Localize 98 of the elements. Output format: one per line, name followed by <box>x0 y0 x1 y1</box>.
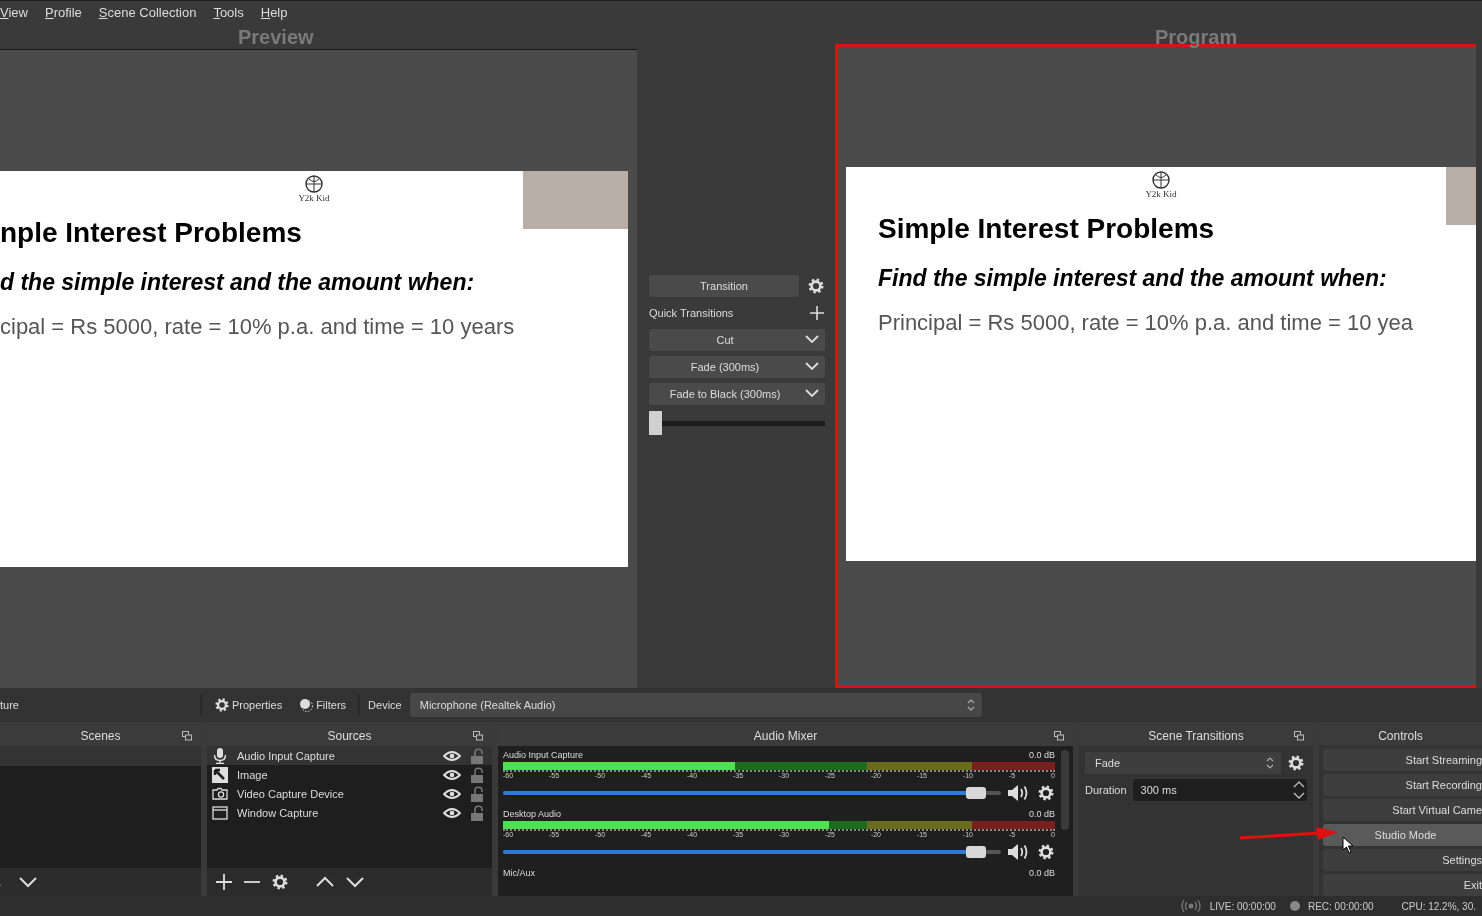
eye-icon[interactable] <box>443 787 461 800</box>
chevron-down-icon <box>805 335 819 345</box>
float-icon[interactable] <box>473 731 483 742</box>
broadcast-icon <box>1179 899 1202 913</box>
slider-handle[interactable] <box>966 787 987 800</box>
camera-icon <box>212 785 228 802</box>
window-icon <box>212 804 228 821</box>
slide-text: Principal = Rs 5000, rate = 10% p.a. and time = 10 yea <box>877 309 1415 336</box>
channel-name: Mic/Aux <box>503 868 535 881</box>
menu-item[interactable]: Help <box>260 5 288 21</box>
device-dropdown[interactable]: Microphone (Realtek Audio) <box>409 693 982 718</box>
float-icon[interactable] <box>182 731 192 742</box>
channel-volume-reading: 0.0 dB <box>1028 809 1055 822</box>
image-icon <box>212 766 228 783</box>
menu-item[interactable]: View <box>0 5 28 21</box>
dock-header: Scenes <box>0 726 201 747</box>
duration-label: Duration <box>1085 784 1127 797</box>
source-name: ture <box>0 699 20 712</box>
slide-title: Simple Interest Problems <box>877 212 1216 245</box>
photo-placeholder <box>1446 166 1476 225</box>
channel-name: Desktop Audio <box>503 809 562 822</box>
source-name: Window Capture <box>237 806 320 819</box>
channel-volume-reading: 0.0 dB <box>1028 868 1055 881</box>
slider-handle[interactable] <box>966 846 987 859</box>
eye-icon[interactable] <box>443 749 461 762</box>
filters-button[interactable]: Filters <box>294 697 351 714</box>
settings-icon[interactable] <box>271 873 289 892</box>
lock-icon[interactable] <box>470 766 484 783</box>
record-timer: REC: 00:00:00 <box>1307 900 1374 912</box>
cursor-icon <box>1342 836 1354 854</box>
record-dot-icon <box>1289 901 1300 911</box>
scrollbar[interactable] <box>1061 750 1069 831</box>
menu-item[interactable]: Scene Collection <box>98 5 197 21</box>
chevron-down-icon[interactable] <box>345 875 365 890</box>
slide-title: nple Interest Problems <box>0 216 303 249</box>
control-button[interactable]: Settings <box>1323 849 1482 872</box>
menu-item[interactable]: Tools <box>213 5 244 21</box>
eye-icon[interactable] <box>443 806 461 819</box>
quick-transitions-label: Quick Transitions <box>649 306 734 319</box>
source-item[interactable]: Audio Input Capture <box>207 746 492 766</box>
source-name: Video Capture Device <box>237 787 345 800</box>
spinner-arrows-icon <box>1293 780 1305 801</box>
cpu-usage: CPU: 12.2%, 30. <box>1401 900 1476 912</box>
add-icon[interactable] <box>809 304 825 321</box>
dock-header: Controls <box>1319 726 1482 746</box>
logo-icon <box>1152 170 1170 189</box>
control-button[interactable]: Start Recording <box>1323 774 1482 797</box>
settings-icon <box>214 697 230 714</box>
transition-dropdown[interactable]: Fade <box>1085 752 1281 775</box>
channel-name: Audio Input Capture <box>503 750 584 763</box>
quick-transition-dropdown[interactable]: Fade (300ms) <box>649 355 825 378</box>
program-label: Program <box>1155 25 1238 49</box>
live-timer: LIVE: 00:00:00 <box>1209 900 1276 912</box>
logo-text: Y2k Kid <box>1145 188 1177 199</box>
settings-icon[interactable] <box>1287 754 1305 773</box>
quick-transition-dropdown[interactable]: Cut <box>649 328 825 351</box>
control-button[interactable]: Exit <box>1323 874 1482 897</box>
eye-icon[interactable] <box>443 768 461 781</box>
slide-subtitle: Find the simple interest and the amount when: <box>877 264 1388 292</box>
slide-text: cipal = Rs 5000, rate = 10% p.a. and time = 10 years <box>0 313 516 340</box>
settings-icon[interactable] <box>1037 784 1055 803</box>
settings-icon[interactable] <box>807 276 825 295</box>
properties-button[interactable]: Properties <box>210 697 287 714</box>
control-button[interactable]: Start Streaming <box>1323 749 1482 772</box>
dock-header: Audio Mixer <box>498 726 1073 747</box>
logo-icon <box>305 174 323 193</box>
source-item[interactable]: Video Capture Device <box>207 784 492 804</box>
source-name: Audio Input Capture <box>237 749 336 762</box>
float-icon[interactable] <box>1294 731 1304 742</box>
preview-label: Preview <box>238 25 314 49</box>
source-item[interactable]: Window Capture <box>207 803 492 823</box>
lock-icon[interactable] <box>470 785 484 802</box>
microphone-icon <box>212 747 228 764</box>
channel-volume-reading: 0.0 dB <box>1028 750 1055 763</box>
transition-slider[interactable] <box>649 410 825 435</box>
dock-header: Sources <box>207 726 492 747</box>
add-icon[interactable] <box>215 873 233 892</box>
control-button[interactable]: Studio Mode <box>1323 824 1482 847</box>
control-button[interactable]: Start Virtual Came <box>1323 799 1482 822</box>
float-icon[interactable] <box>1054 731 1064 742</box>
logo-text: Y2k Kid <box>298 192 330 203</box>
lock-icon[interactable] <box>470 804 484 821</box>
slider-handle[interactable] <box>649 410 662 435</box>
device-label: Device <box>368 699 402 712</box>
chevron-down-icon[interactable] <box>18 875 38 890</box>
duration-field[interactable]: 300 ms <box>1132 779 1307 802</box>
transition-button[interactable]: Transition <box>649 274 799 297</box>
source-item[interactable]: Image <box>207 765 492 785</box>
lock-icon[interactable] <box>470 747 484 764</box>
dock-header: Scene Transitions <box>1079 726 1313 747</box>
menu-item[interactable]: Profile <box>44 5 82 21</box>
settings-icon[interactable] <box>1037 843 1055 862</box>
source-name: Image <box>237 768 269 781</box>
slide-subtitle: d the simple interest and the amount when: <box>0 268 476 296</box>
quick-transition-dropdown[interactable]: Fade to Black (300ms) <box>649 382 825 405</box>
chevron-down-icon <box>805 362 819 372</box>
chevron-down-icon <box>805 389 819 399</box>
filter-icon <box>298 697 315 714</box>
